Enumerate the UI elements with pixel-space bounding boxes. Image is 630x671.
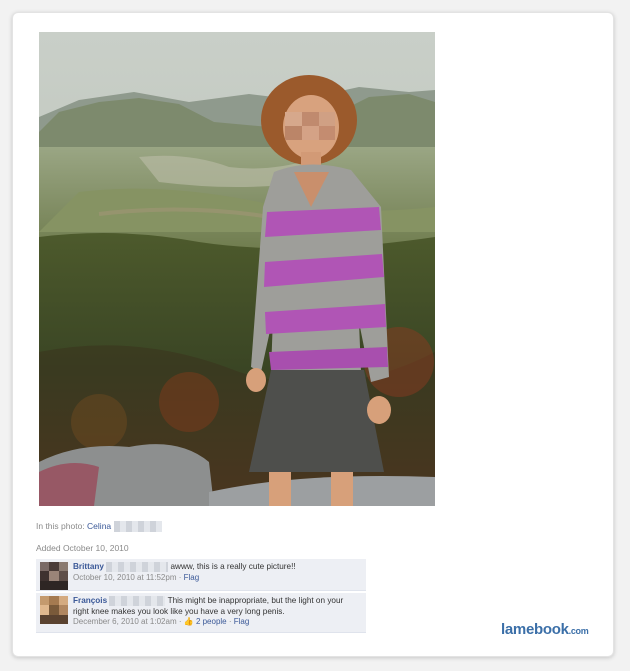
- lamebook-logo: lamebook.com: [501, 621, 589, 638]
- avatar[interactable]: [40, 562, 68, 590]
- logo-name: lamebook: [501, 621, 569, 638]
- logo-domain: .com: [568, 626, 589, 636]
- added-date: Added October 10, 2010: [36, 543, 129, 553]
- avatar[interactable]: [40, 596, 68, 624]
- thumbs-up-icon[interactable]: 👍: [184, 617, 194, 626]
- comment-text: awww, this is a really cute picture!!: [170, 562, 296, 572]
- comment-author[interactable]: Brittany: [73, 562, 104, 571]
- comment-timestamp: October 10, 2010 at 11:52pm: [73, 572, 177, 582]
- redacted-surname: [113, 521, 162, 533]
- tagged-person-link[interactable]: Celina: [87, 521, 111, 531]
- main-photo[interactable]: [39, 32, 435, 506]
- flag-link[interactable]: Flag: [184, 573, 200, 582]
- photo-tags: In this photo: Celina: [36, 521, 162, 533]
- comment-item: François This might be inappropriate, bu…: [36, 593, 366, 633]
- comment-item: Brittany awww, this is a really cute pic…: [36, 559, 366, 591]
- comment-timestamp: December 6, 2010 at 1:02am: [73, 617, 177, 627]
- photo-card: In this photo: Celina Added October 10, …: [12, 12, 614, 657]
- comment-meta: December 6, 2010 at 1:02am · 👍 2 people …: [73, 617, 250, 627]
- comment-author[interactable]: François: [73, 596, 107, 605]
- comment-meta: October 10, 2010 at 11:52pm · Flag: [73, 572, 200, 582]
- flag-link[interactable]: Flag: [234, 617, 250, 626]
- redacted-surname: [106, 562, 169, 572]
- likes-link[interactable]: 2 people: [196, 617, 227, 626]
- tags-label: In this photo:: [36, 521, 85, 531]
- redacted-surname: [109, 596, 166, 606]
